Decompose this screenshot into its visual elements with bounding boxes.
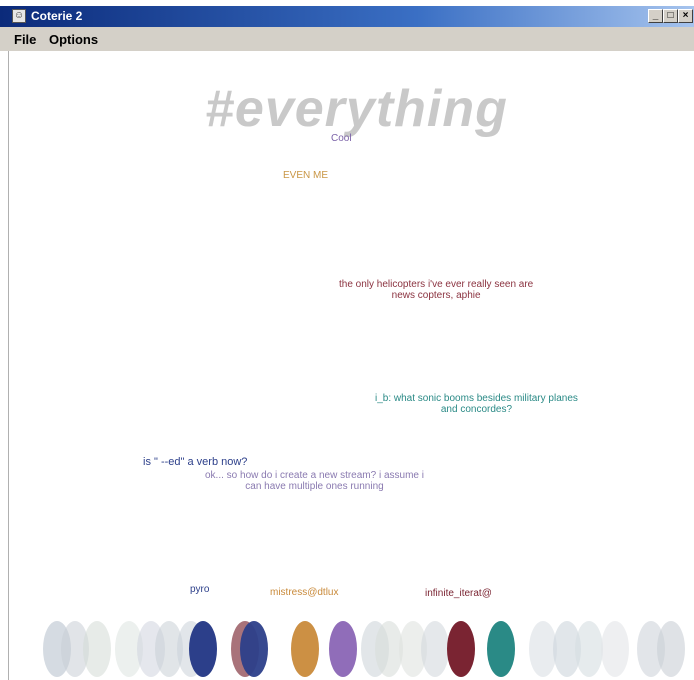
title-bar[interactable]: ☺ Coterie 2 _ □ ×: [0, 6, 694, 27]
user-oval-infinite[interactable]: [447, 621, 475, 677]
app-icon[interactable]: ☺: [12, 9, 26, 23]
user-oval[interactable]: [575, 621, 603, 677]
chat-message: EVEN ME: [283, 170, 329, 181]
chat-message: i_b: what sonic booms besides military p…: [375, 393, 578, 415]
user-oval-mistress[interactable]: [291, 621, 319, 677]
user-name-label: mistress@dtlux: [270, 587, 339, 598]
chat-message-line: can have multiple ones running: [245, 481, 384, 492]
chat-message: the only helicopters i've ever really se…: [339, 279, 533, 301]
channel-title: #everything: [205, 80, 508, 138]
chat-canvas[interactable]: #everything Cool EVEN ME the only helico…: [8, 51, 694, 680]
chat-message-line: the only helicopters i've ever really se…: [339, 279, 534, 290]
user-oval[interactable]: [601, 621, 629, 677]
chat-message-line: and concordes?: [440, 404, 513, 415]
app-window: ☺ Coterie 2 _ □ × File Options #everythi…: [0, 0, 694, 680]
user-oval[interactable]: [240, 621, 268, 677]
user-oval[interactable]: [657, 621, 685, 677]
close-button[interactable]: ×: [678, 9, 693, 23]
user-name-label: pyro: [190, 584, 210, 595]
menu-bar: File Options: [0, 27, 694, 51]
user-oval[interactable]: [421, 621, 449, 677]
menu-file[interactable]: File: [14, 32, 36, 47]
user-oval[interactable]: [83, 621, 111, 677]
chat-message: is " --ed" a verb now?: [143, 456, 248, 468]
user-oval[interactable]: [329, 621, 357, 677]
chat-message: ok... so how do i create a new stream? i…: [205, 470, 424, 492]
chat-message-line: i_b: what sonic booms besides military p…: [375, 393, 578, 404]
user-name-label: infinite_iterat@: [425, 588, 492, 599]
chat-message: Cool: [331, 133, 352, 144]
user-presence-row: [9, 615, 694, 677]
menu-options[interactable]: Options: [49, 32, 98, 47]
maximize-button[interactable]: □: [663, 9, 678, 23]
chat-message-line: news copters, aphie: [391, 290, 481, 301]
window-title: Coterie 2: [31, 9, 83, 23]
chat-message-line: ok... so how do i create a new stream? i…: [205, 470, 424, 481]
minimize-button[interactable]: _: [648, 9, 663, 23]
user-oval-pyro[interactable]: [189, 621, 217, 677]
user-oval[interactable]: [487, 621, 515, 677]
